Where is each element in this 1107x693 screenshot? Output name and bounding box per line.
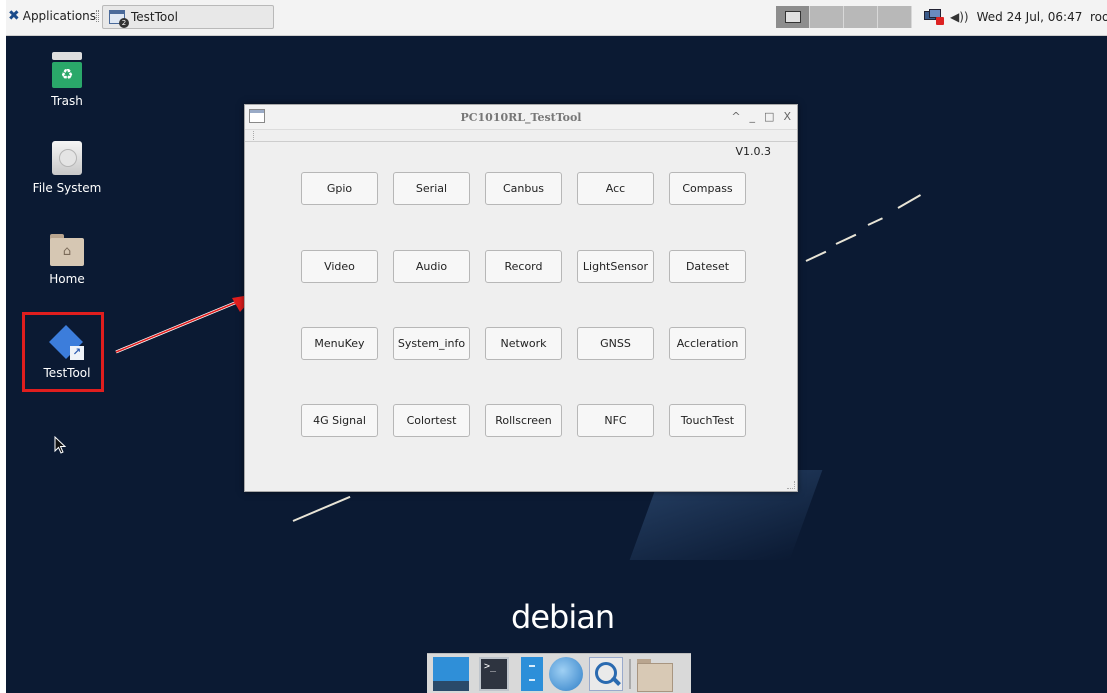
touchtest-button[interactable]: TouchTest: [669, 404, 746, 437]
wallpaper-dash: [805, 250, 827, 262]
dateset-button[interactable]: Dateset: [669, 250, 746, 283]
mouse-cursor-icon: [54, 436, 67, 454]
system-info-button[interactable]: System_info: [393, 327, 470, 360]
web-browser-icon[interactable]: [549, 656, 583, 691]
desktop: debian ✖ Applications 2 TestTool ◀)) Wed…: [6, 0, 1107, 693]
minimize-button[interactable]: _: [750, 110, 756, 123]
compass-button[interactable]: Compass: [669, 172, 746, 205]
workspace-3[interactable]: [844, 6, 878, 28]
4g-signal-button[interactable]: 4G Signal: [301, 404, 378, 437]
toolbar-handle: [245, 130, 797, 142]
record-button[interactable]: Record: [485, 250, 562, 283]
menukey-button[interactable]: MenuKey: [301, 327, 378, 360]
folder-icon[interactable]: [637, 657, 673, 692]
app-finder-icon[interactable]: [589, 656, 623, 691]
dock-separator: [629, 658, 631, 689]
file-manager-icon[interactable]: [521, 656, 543, 691]
wallpaper-dash: [835, 233, 857, 245]
user-name[interactable]: root: [1090, 10, 1107, 24]
video-button[interactable]: Video: [301, 250, 378, 283]
window-controls: ^ _ □ X: [731, 110, 791, 123]
canbus-button[interactable]: Canbus: [485, 172, 562, 205]
testtool-window: PC1010RL_TestTool ^ _ □ X V1.0.3 Gpio Se…: [244, 104, 798, 492]
dock: >_: [427, 653, 691, 693]
wallpaper-dash: [292, 495, 351, 522]
workspace-4[interactable]: [878, 6, 912, 28]
acc-button[interactable]: Acc: [577, 172, 654, 205]
rollscreen-button[interactable]: Rollscreen: [485, 404, 562, 437]
wallpaper-dash: [867, 217, 883, 226]
maximize-button[interactable]: □: [764, 110, 774, 123]
workspace-switcher: [776, 6, 912, 28]
workspace-window-thumb: [785, 11, 801, 23]
debian-logo: debian: [511, 598, 615, 636]
close-button[interactable]: X: [783, 110, 791, 123]
serial-button[interactable]: Serial: [393, 172, 470, 205]
colortest-button[interactable]: Colortest: [393, 404, 470, 437]
audio-button[interactable]: Audio: [393, 250, 470, 283]
show-desktop-icon[interactable]: [433, 656, 469, 691]
clock-text: Wed 24 Jul, 06:47: [976, 10, 1083, 24]
shade-button[interactable]: ^: [731, 110, 740, 123]
wallpaper-dash: [897, 194, 922, 209]
workspace-2[interactable]: [810, 6, 844, 28]
accleration-button[interactable]: Accleration: [669, 327, 746, 360]
terminal-glyph: >_: [484, 660, 497, 672]
network-button[interactable]: Network: [485, 327, 562, 360]
window-title: PC1010RL_TestTool: [460, 111, 582, 124]
lightsensor-button[interactable]: LightSensor: [577, 250, 654, 283]
gpio-button[interactable]: Gpio: [301, 172, 378, 205]
workspace-1[interactable]: [776, 6, 810, 28]
volume-icon[interactable]: ◀)): [950, 10, 969, 24]
gnss-button[interactable]: GNSS: [577, 327, 654, 360]
window-titlebar[interactable]: PC1010RL_TestTool ^ _ □ X: [245, 105, 797, 130]
terminal-icon[interactable]: >_: [479, 656, 509, 691]
nfc-button[interactable]: NFC: [577, 404, 654, 437]
version-label: V1.0.3: [735, 145, 771, 158]
system-tray: ◀)) Wed 24 Jul, 06:47 root: [924, 9, 1107, 25]
network-error-icon[interactable]: [924, 9, 944, 25]
clock[interactable]: Wed 24 Jul, 06:47 root: [977, 10, 1107, 24]
resize-grip[interactable]: [787, 481, 795, 489]
